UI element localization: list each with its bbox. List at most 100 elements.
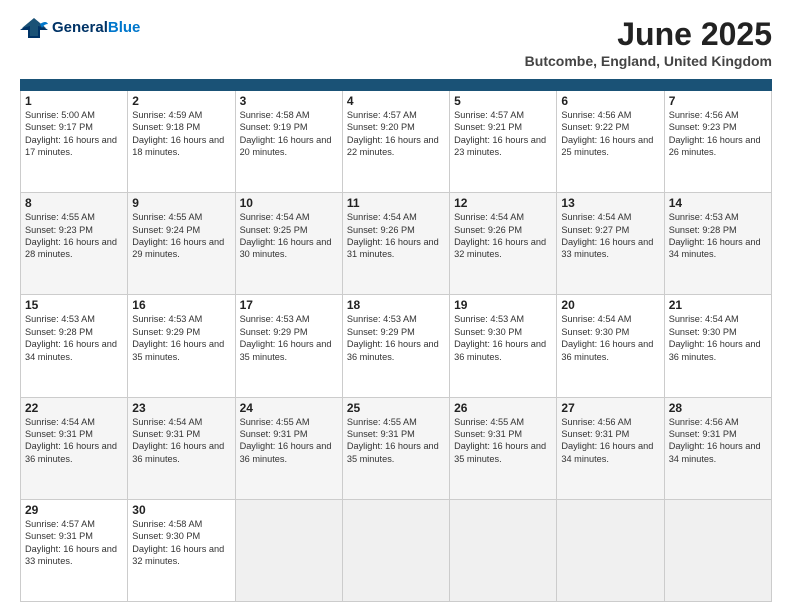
- day-number: 9: [132, 196, 230, 210]
- day-number: 22: [25, 401, 123, 415]
- table-row: [557, 499, 664, 601]
- table-row: 4Sunrise: 4:57 AMSunset: 9:20 PMDaylight…: [342, 91, 449, 193]
- table-row: 16Sunrise: 4:53 AMSunset: 9:29 PMDayligh…: [128, 295, 235, 397]
- table-row: 13Sunrise: 4:54 AMSunset: 9:27 PMDayligh…: [557, 193, 664, 295]
- table-row: 24Sunrise: 4:55 AMSunset: 9:31 PMDayligh…: [235, 397, 342, 499]
- logo-text: GeneralBlue: [52, 19, 140, 37]
- table-row: 8Sunrise: 4:55 AMSunset: 9:23 PMDaylight…: [21, 193, 128, 295]
- day-number: 6: [561, 94, 659, 108]
- day-info: Sunrise: 4:53 AMSunset: 9:28 PMDaylight:…: [669, 211, 767, 261]
- day-number: 27: [561, 401, 659, 415]
- day-number: 15: [25, 298, 123, 312]
- day-info: Sunrise: 4:53 AMSunset: 9:29 PMDaylight:…: [132, 313, 230, 363]
- calendar-header-row: [21, 80, 772, 91]
- day-info: Sunrise: 4:54 AMSunset: 9:26 PMDaylight:…: [347, 211, 445, 261]
- table-row: 30Sunrise: 4:58 AMSunset: 9:30 PMDayligh…: [128, 499, 235, 601]
- day-number: 21: [669, 298, 767, 312]
- table-row: 15Sunrise: 4:53 AMSunset: 9:28 PMDayligh…: [21, 295, 128, 397]
- table-row: 5Sunrise: 4:57 AMSunset: 9:21 PMDaylight…: [450, 91, 557, 193]
- col-wednesday: [342, 80, 449, 91]
- table-row: 7Sunrise: 4:56 AMSunset: 9:23 PMDaylight…: [664, 91, 771, 193]
- table-row: [342, 499, 449, 601]
- table-row: 18Sunrise: 4:53 AMSunset: 9:29 PMDayligh…: [342, 295, 449, 397]
- day-number: 25: [347, 401, 445, 415]
- day-info: Sunrise: 4:57 AMSunset: 9:31 PMDaylight:…: [25, 518, 123, 568]
- day-number: 3: [240, 94, 338, 108]
- table-row: [450, 499, 557, 601]
- col-saturday: [664, 80, 771, 91]
- table-row: 23Sunrise: 4:54 AMSunset: 9:31 PMDayligh…: [128, 397, 235, 499]
- table-row: 21Sunrise: 4:54 AMSunset: 9:30 PMDayligh…: [664, 295, 771, 397]
- day-info: Sunrise: 4:54 AMSunset: 9:25 PMDaylight:…: [240, 211, 338, 261]
- day-number: 19: [454, 298, 552, 312]
- calendar-week-0: 1Sunrise: 5:00 AMSunset: 9:17 PMDaylight…: [21, 91, 772, 193]
- table-row: 26Sunrise: 4:55 AMSunset: 9:31 PMDayligh…: [450, 397, 557, 499]
- day-info: Sunrise: 4:55 AMSunset: 9:31 PMDaylight:…: [454, 416, 552, 466]
- day-info: Sunrise: 5:00 AMSunset: 9:17 PMDaylight:…: [25, 109, 123, 159]
- day-number: 5: [454, 94, 552, 108]
- day-info: Sunrise: 4:54 AMSunset: 9:30 PMDaylight:…: [561, 313, 659, 363]
- day-number: 17: [240, 298, 338, 312]
- day-info: Sunrise: 4:56 AMSunset: 9:22 PMDaylight:…: [561, 109, 659, 159]
- day-info: Sunrise: 4:56 AMSunset: 9:31 PMDaylight:…: [561, 416, 659, 466]
- day-number: 29: [25, 503, 123, 517]
- table-row: 3Sunrise: 4:58 AMSunset: 9:19 PMDaylight…: [235, 91, 342, 193]
- table-row: 12Sunrise: 4:54 AMSunset: 9:26 PMDayligh…: [450, 193, 557, 295]
- table-row: 1Sunrise: 5:00 AMSunset: 9:17 PMDaylight…: [21, 91, 128, 193]
- day-number: 4: [347, 94, 445, 108]
- table-row: 2Sunrise: 4:59 AMSunset: 9:18 PMDaylight…: [128, 91, 235, 193]
- day-info: Sunrise: 4:54 AMSunset: 9:31 PMDaylight:…: [132, 416, 230, 466]
- day-number: 1: [25, 94, 123, 108]
- day-info: Sunrise: 4:53 AMSunset: 9:28 PMDaylight:…: [25, 313, 123, 363]
- day-info: Sunrise: 4:54 AMSunset: 9:27 PMDaylight:…: [561, 211, 659, 261]
- day-number: 18: [347, 298, 445, 312]
- day-number: 2: [132, 94, 230, 108]
- table-row: 11Sunrise: 4:54 AMSunset: 9:26 PMDayligh…: [342, 193, 449, 295]
- logo: GeneralBlue: [20, 16, 140, 40]
- day-info: Sunrise: 4:58 AMSunset: 9:19 PMDaylight:…: [240, 109, 338, 159]
- month-title: June 2025: [525, 16, 772, 53]
- day-info: Sunrise: 4:57 AMSunset: 9:20 PMDaylight:…: [347, 109, 445, 159]
- day-number: 13: [561, 196, 659, 210]
- logo-icon: [20, 16, 48, 40]
- day-number: 10: [240, 196, 338, 210]
- table-row: 20Sunrise: 4:54 AMSunset: 9:30 PMDayligh…: [557, 295, 664, 397]
- col-sunday: [21, 80, 128, 91]
- table-row: 27Sunrise: 4:56 AMSunset: 9:31 PMDayligh…: [557, 397, 664, 499]
- calendar-week-4: 29Sunrise: 4:57 AMSunset: 9:31 PMDayligh…: [21, 499, 772, 601]
- day-number: 11: [347, 196, 445, 210]
- col-thursday: [450, 80, 557, 91]
- day-number: 26: [454, 401, 552, 415]
- day-number: 7: [669, 94, 767, 108]
- day-number: 24: [240, 401, 338, 415]
- header: GeneralBlue June 2025 Butcombe, England,…: [20, 16, 772, 69]
- day-info: Sunrise: 4:58 AMSunset: 9:30 PMDaylight:…: [132, 518, 230, 568]
- day-number: 14: [669, 196, 767, 210]
- table-row: 29Sunrise: 4:57 AMSunset: 9:31 PMDayligh…: [21, 499, 128, 601]
- day-info: Sunrise: 4:54 AMSunset: 9:31 PMDaylight:…: [25, 416, 123, 466]
- day-info: Sunrise: 4:59 AMSunset: 9:18 PMDaylight:…: [132, 109, 230, 159]
- table-row: 17Sunrise: 4:53 AMSunset: 9:29 PMDayligh…: [235, 295, 342, 397]
- day-info: Sunrise: 4:54 AMSunset: 9:30 PMDaylight:…: [669, 313, 767, 363]
- calendar-week-2: 15Sunrise: 4:53 AMSunset: 9:28 PMDayligh…: [21, 295, 772, 397]
- table-row: 9Sunrise: 4:55 AMSunset: 9:24 PMDaylight…: [128, 193, 235, 295]
- day-info: Sunrise: 4:53 AMSunset: 9:30 PMDaylight:…: [454, 313, 552, 363]
- table-row: 6Sunrise: 4:56 AMSunset: 9:22 PMDaylight…: [557, 91, 664, 193]
- page: GeneralBlue June 2025 Butcombe, England,…: [0, 0, 792, 612]
- day-info: Sunrise: 4:54 AMSunset: 9:26 PMDaylight:…: [454, 211, 552, 261]
- table-row: [235, 499, 342, 601]
- day-info: Sunrise: 4:55 AMSunset: 9:31 PMDaylight:…: [347, 416, 445, 466]
- col-friday: [557, 80, 664, 91]
- table-row: [664, 499, 771, 601]
- table-row: 10Sunrise: 4:54 AMSunset: 9:25 PMDayligh…: [235, 193, 342, 295]
- col-tuesday: [235, 80, 342, 91]
- day-info: Sunrise: 4:53 AMSunset: 9:29 PMDaylight:…: [240, 313, 338, 363]
- calendar-week-3: 22Sunrise: 4:54 AMSunset: 9:31 PMDayligh…: [21, 397, 772, 499]
- day-info: Sunrise: 4:57 AMSunset: 9:21 PMDaylight:…: [454, 109, 552, 159]
- day-number: 28: [669, 401, 767, 415]
- day-number: 12: [454, 196, 552, 210]
- table-row: 14Sunrise: 4:53 AMSunset: 9:28 PMDayligh…: [664, 193, 771, 295]
- day-info: Sunrise: 4:55 AMSunset: 9:23 PMDaylight:…: [25, 211, 123, 261]
- title-block: June 2025 Butcombe, England, United King…: [525, 16, 772, 69]
- day-number: 30: [132, 503, 230, 517]
